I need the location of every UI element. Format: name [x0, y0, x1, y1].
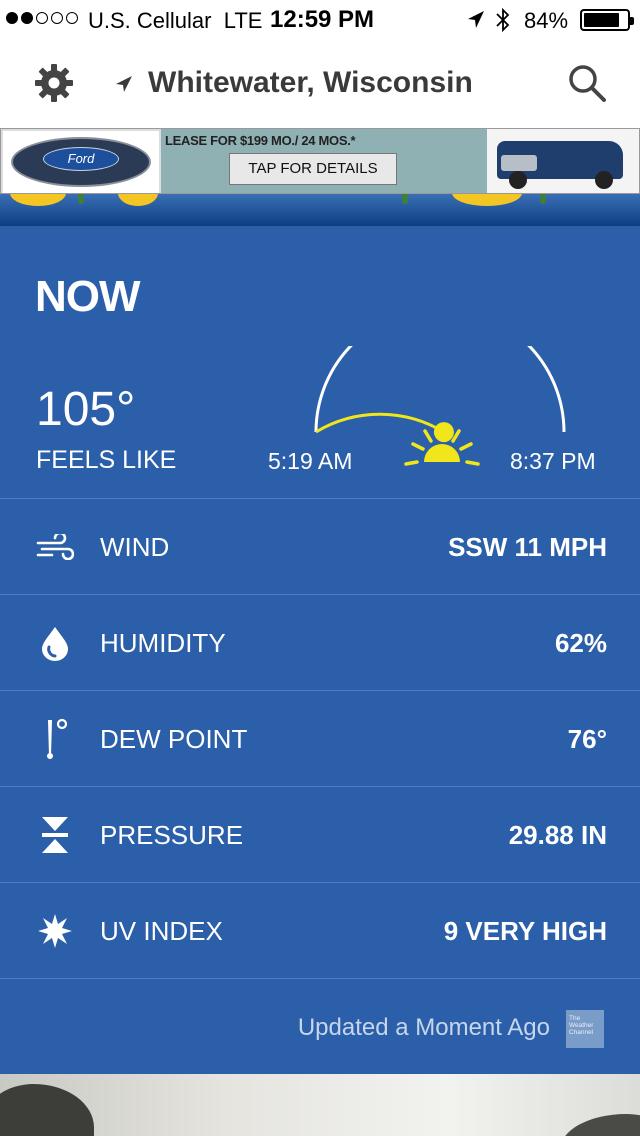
signal-dot [21, 12, 33, 24]
dealer-logo: Ford [3, 131, 159, 193]
sunrise-time: 5:19 AM [268, 448, 353, 474]
carrier-label: U.S. Cellular LTE [88, 8, 263, 33]
pressure-icon [36, 815, 74, 855]
weather-channel-logo[interactable]: The Weather Channel [566, 1010, 604, 1048]
detail-label: PRESSURE [100, 820, 244, 850]
detail-label: DEW POINT [100, 724, 248, 754]
detail-value: 76° [567, 724, 607, 754]
top-nav: Whitewater, Wisconsin [0, 40, 640, 128]
battery-icon [580, 9, 634, 31]
ford-logo: Ford [43, 147, 119, 171]
sun-horizon-icon [404, 425, 480, 466]
detail-row-dew-point: DEW POINT 76° [0, 690, 640, 786]
signal-dot [36, 12, 48, 24]
signal-dot [51, 12, 63, 24]
card-footer: Updated a Moment Ago The Weather Channel [0, 978, 640, 1074]
battery-percent: 84% [524, 8, 569, 33]
location-arrow-icon [116, 76, 132, 92]
thermometer-icon [36, 718, 74, 759]
search-icon[interactable] [566, 62, 608, 104]
signal-strength-icon [6, 12, 78, 24]
signal-dot [6, 12, 18, 24]
gear-icon[interactable] [34, 63, 74, 103]
current-conditions-card: NOW 105° FEELS LIKE 5:19 AM 8:37 PM WIND… [0, 226, 640, 1074]
detail-label: WIND [100, 532, 170, 562]
detail-value: 62% [554, 628, 607, 658]
wind-icon [36, 527, 74, 567]
detail-row-uv-index: UV INDEX 9 VERY HIGH [0, 882, 640, 978]
last-updated-text: Updated a Moment Ago [297, 1014, 550, 1041]
signal-dot [66, 12, 78, 24]
network-type: LTE [223, 8, 263, 33]
humidity-drop-icon [36, 623, 74, 663]
detail-row-pressure: PRESSURE 29.88 IN [0, 786, 640, 882]
status-bar: U.S. Cellular LTE 12:59 PM 84% [0, 0, 640, 40]
detail-row-wind: WIND SSW 11 MPH [0, 498, 640, 594]
feels-like-temperature: 105° [36, 383, 136, 436]
feels-like-label: FEELS LIKE [36, 446, 177, 474]
ad-cta-button[interactable]: TAP FOR DETAILS [229, 153, 397, 185]
detail-row-humidity: HUMIDITY 62% [0, 594, 640, 690]
clock: 12:59 PM [270, 6, 375, 33]
location-title[interactable]: Whitewater, Wisconsin [148, 66, 473, 100]
background-photo [0, 1074, 640, 1136]
detail-value: 29.88 IN [508, 820, 607, 850]
truck-image [487, 129, 639, 193]
detail-value: SSW 11 MPH [448, 532, 607, 562]
sunset-time: 8:37 PM [510, 448, 596, 474]
detail-value: 9 VERY HIGH [443, 916, 607, 946]
detail-label: HUMIDITY [100, 628, 226, 658]
card-heading: NOW [35, 272, 141, 321]
location-services-icon [468, 11, 484, 28]
ad-headline: LEASE FOR $199 MO./ 24 MOS.* [165, 133, 356, 148]
uv-sun-icon [36, 911, 74, 951]
detail-label: UV INDEX [100, 916, 223, 946]
bluetooth-icon [496, 7, 510, 33]
header-background-image [0, 194, 640, 226]
ad-offer: LEASE FOR $199 MO./ 24 MOS.* TAP FOR DET… [161, 129, 487, 193]
ad-banner[interactable]: Ford LEASE FOR $199 MO./ 24 MOS.* TAP FO… [0, 128, 640, 194]
